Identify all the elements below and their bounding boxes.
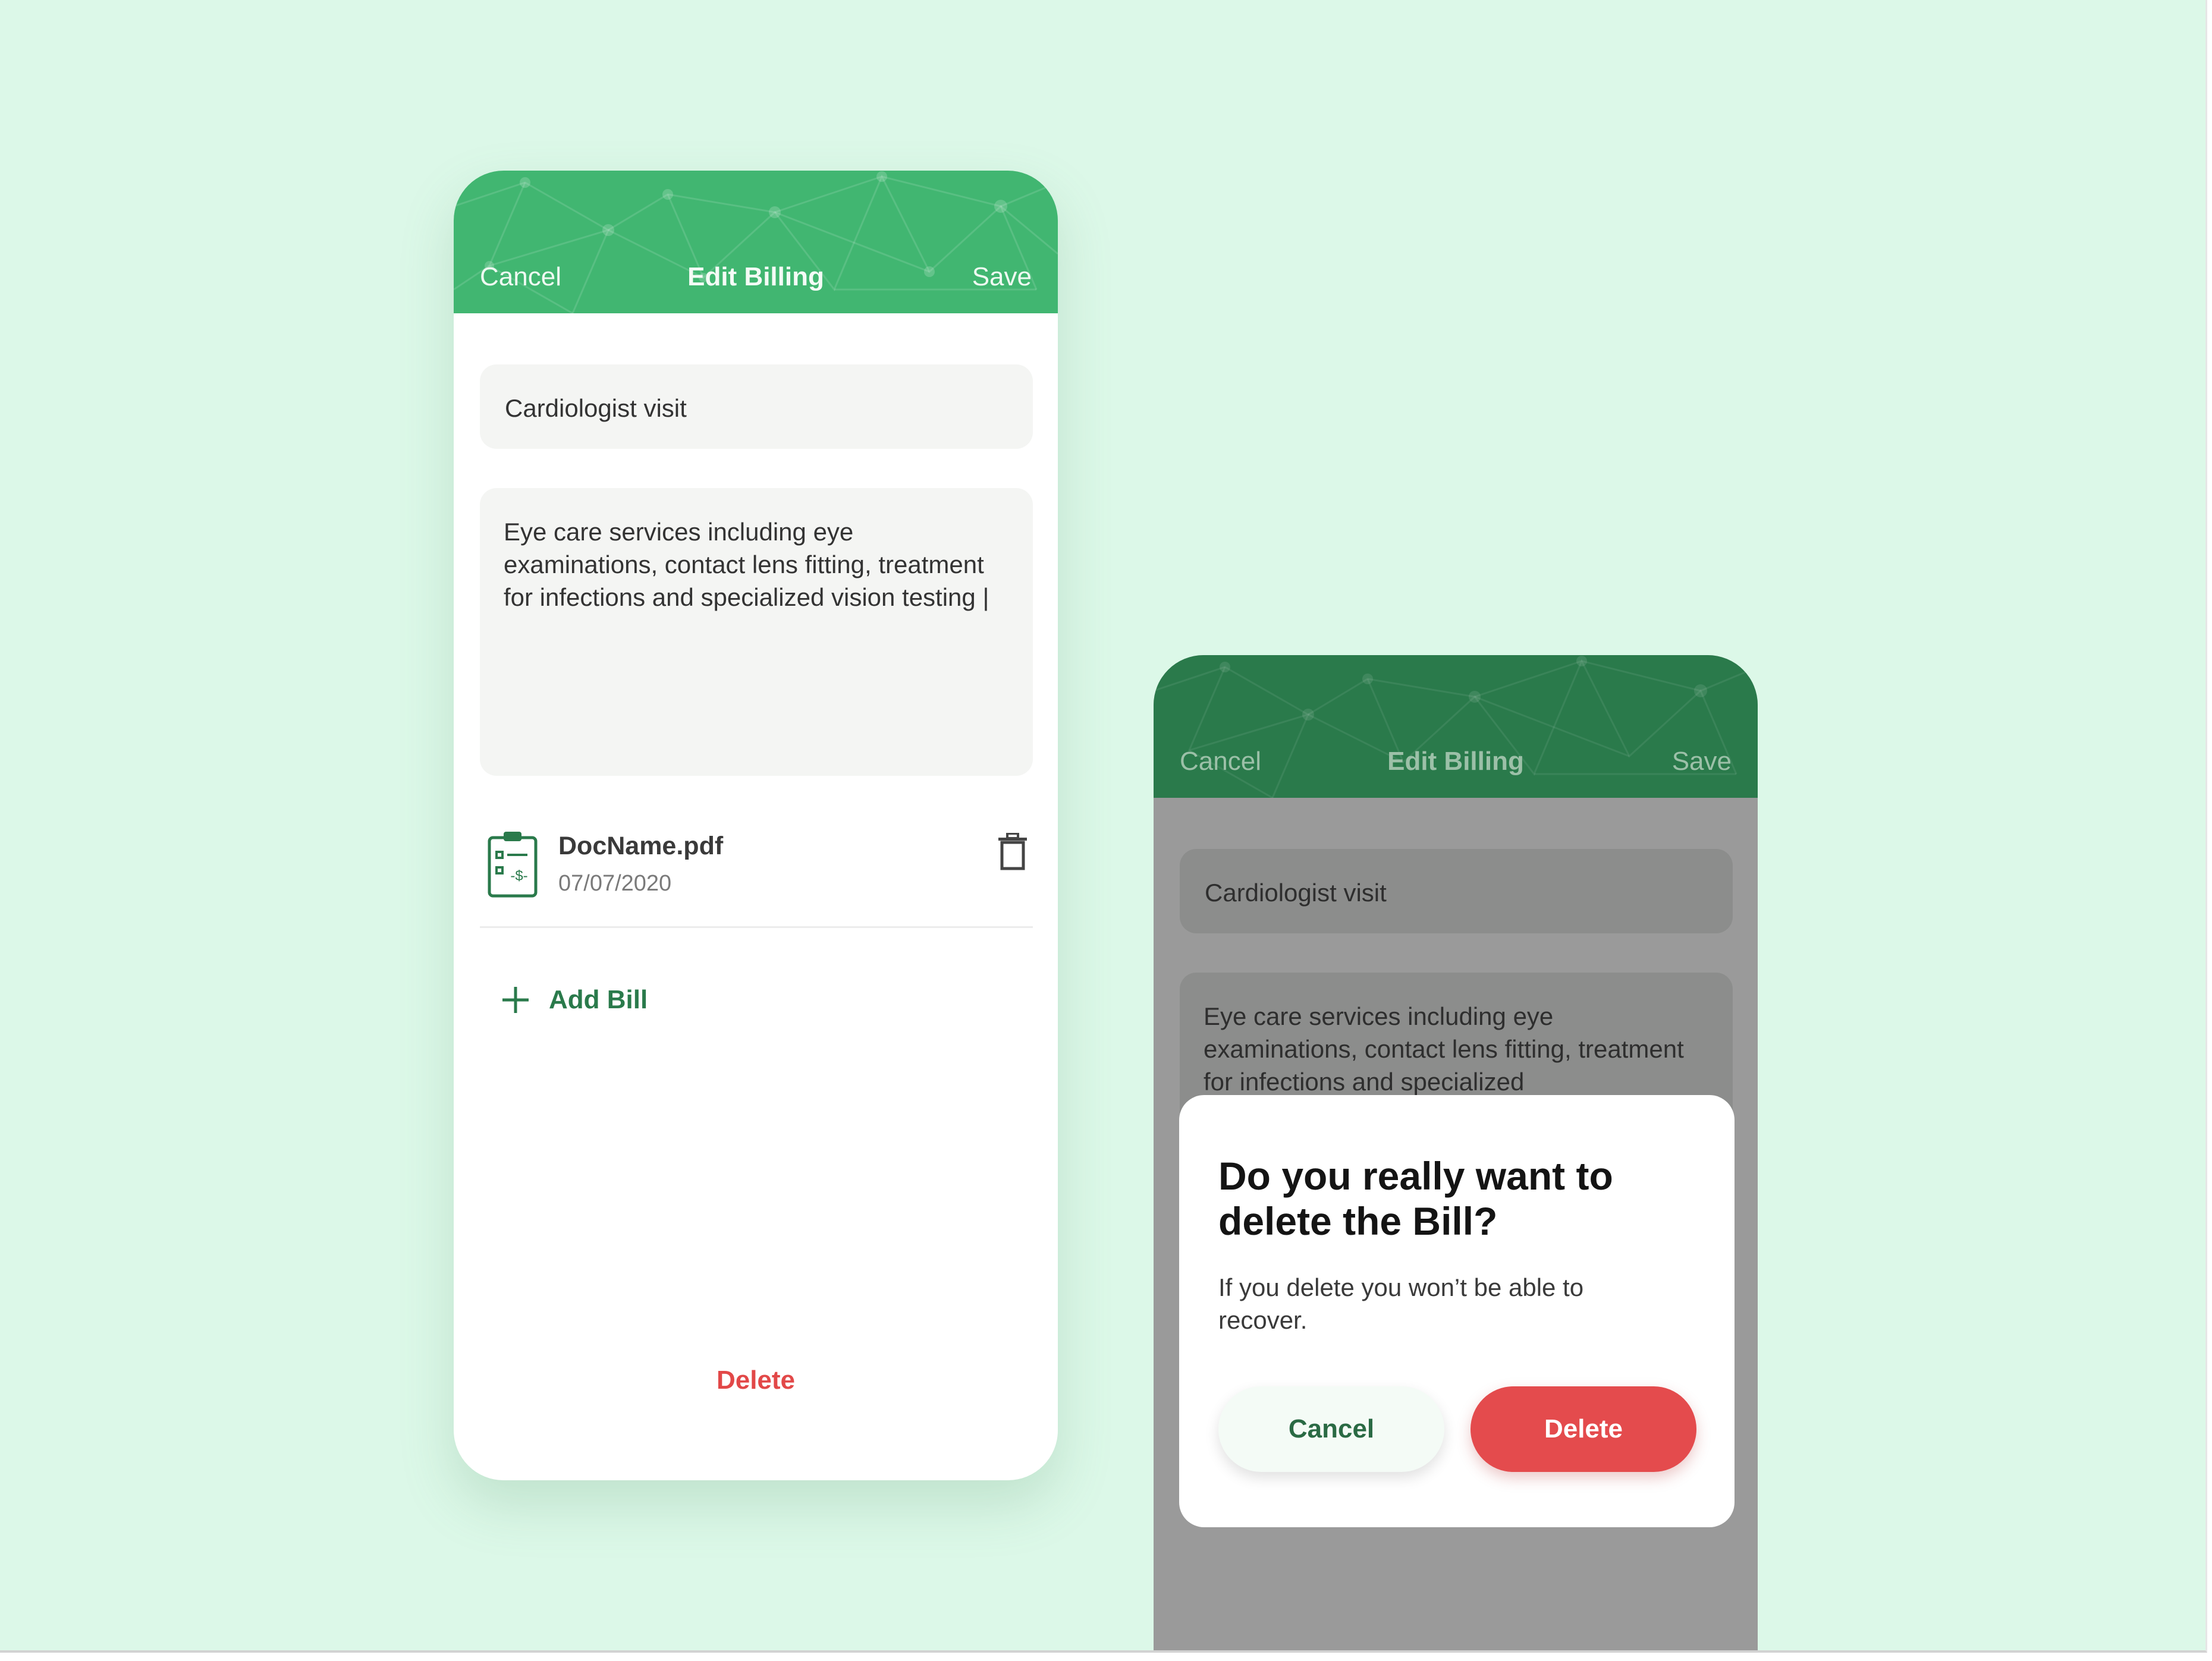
confirm-delete-dialog: Do you really want to delete the Bill? I… (1179, 1095, 1735, 1527)
trash-icon[interactable] (997, 833, 1028, 871)
edit-billing-screen: Cancel Edit Billing Save Cardiologist vi… (454, 171, 1058, 1480)
header-save-button[interactable]: Save (972, 262, 1032, 292)
attachment-name: DocName.pdf (558, 832, 724, 860)
dialog-question: Do you really want to delete the Bill? (1218, 1154, 1613, 1243)
dialog-message: If you delete you won’t be able to recov… (1218, 1273, 1584, 1334)
dialog-cancel-button[interactable]: Cancel (1218, 1386, 1444, 1472)
clipboard-bill-icon: -$- (488, 832, 538, 898)
canvas-background: Cancel Edit Billing Save Cardiologist vi… (0, 0, 2207, 1653)
plus-icon (502, 987, 529, 1013)
header-title: Edit Billing (1387, 747, 1524, 776)
add-bill-label: Add Bill (549, 985, 648, 1014)
attachment-row[interactable]: -$- DocName.pdf 07/07/2020 (480, 819, 1033, 928)
svg-text:-$-: -$- (510, 868, 527, 884)
header-title: Edit Billing (687, 262, 824, 291)
header-bar: Cancel Edit Billing Save (1154, 655, 1758, 798)
header-save-button: Save (1671, 747, 1732, 776)
bill-description-textarea[interactable]: Eye care services including eye examinat… (480, 488, 1033, 776)
header-network-pattern (454, 171, 1058, 313)
bill-title-input: Cardiologist visit (1180, 849, 1733, 933)
attachment-date: 07/07/2020 (558, 871, 672, 896)
header-network-pattern (1154, 656, 1758, 798)
delete-bill-button[interactable]: Delete (454, 1366, 1058, 1395)
header-bar: Cancel Edit Billing Save (454, 171, 1058, 313)
add-bill-button[interactable]: Add Bill (500, 982, 648, 1018)
bill-title-input[interactable]: Cardiologist visit (480, 364, 1033, 449)
delete-confirmation-screen: Cancel Edit Billing Save Cardiologist vi… (1154, 655, 1758, 1650)
dialog-delete-button[interactable]: Delete (1471, 1386, 1696, 1472)
